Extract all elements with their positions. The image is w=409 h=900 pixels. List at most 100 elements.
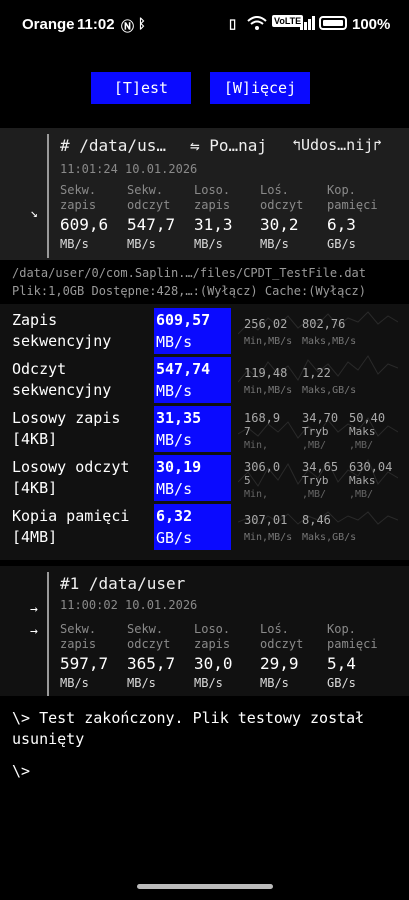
test-result-box: 30,19 MB/s [154,455,231,501]
stat-unit: Min, [244,489,269,500]
stat-unit: Min, [244,440,269,451]
stat-value: 802,76 [302,317,346,331]
test-result-unit: MB/s [156,480,193,498]
test-result-box: 31,35 MB/s [154,406,231,452]
more-button[interactable]: [W]ięcej [210,72,310,104]
column-label: Sekw. [127,622,164,636]
column-value: 609,6 [60,215,109,234]
console-message: \> Test zakończony. Plik testowy został [12,709,365,727]
test-result-box: 547,74 MB/s [154,357,231,403]
test-result-unit: GB/s [156,529,193,547]
volte-icon: VoLTE [272,15,304,27]
column-value: 5,4 [327,654,356,673]
stat-unit: Min,MB/s [244,336,293,347]
test-row[interactable]: Losowy odczyt [4KB] 30,19 MB/s 306,0 5 Min, 34,… [0,455,409,501]
test-result-box: 6,32 GB/s [154,504,231,550]
column-unit: MB/s [260,676,289,690]
stat-unit: Maks,GB/s [302,532,357,543]
battery-percent: 100% [352,16,391,33]
column-label: Loś. [260,622,289,636]
column-label: zapis [194,198,231,212]
column-unit: MB/s [127,237,156,251]
column-unit: MB/s [127,676,156,690]
test-file-path: /data/user/0/com.Saplin.…/files/CPDT_Tes… [12,266,367,280]
column-label: Sekw. [127,183,164,197]
previous-result-card[interactable]: #1 /data/user 11:00:02 10.01.2026 → → Se… [0,566,409,696]
stat-unit: ,MB/ [302,489,327,500]
stat-unit: Maks,GB/s [302,385,357,396]
current-result-card[interactable]: # /data/us… ⇋ Po…naj ↰Udos…nij↱ 11:01:24… [0,128,409,260]
column-value: 6,3 [327,215,356,234]
result-divider [47,134,49,258]
column-unit: MB/s [60,237,89,251]
tests-panel: Zapis sekwencyjny 609,57 MB/s 256,02 Min,MB/s… [0,304,409,560]
stat-value: 8,46 [302,513,331,527]
stat-unit: ,MB/ [349,440,374,451]
result-title: # /data/us… [60,136,166,155]
column-label: odczyt [260,198,304,212]
console-message-cont: usunięty [12,730,85,748]
stat-value: 119,48 [244,366,288,380]
status-bar: Orange 11:02 Ⓝ ᛒ ▯ VoLTE 100% [0,0,409,50]
share-button[interactable]: ↰Udos…nij↱ [292,136,382,154]
test-name-detail: sekwencyjny [12,381,112,399]
stat-unit: ,MB/ [302,440,327,451]
clock: 11:02 [77,16,115,33]
column-label: Loso. [194,622,231,636]
column-value: 30,2 [260,215,299,234]
stat-value: 1,22 [302,366,331,380]
test-row[interactable]: Odczyt sekwencyjny 547,74 MB/s 119,48 Min,MB/… [0,357,409,403]
result-timestamp: 11:01:24 10.01.2026 [60,162,198,176]
test-row[interactable]: Zapis sekwencyjny 609,57 MB/s 256,02 Min,MB/s… [0,308,409,354]
column-unit: MB/s [60,676,89,690]
expand-arrow-icon[interactable]: → [30,602,38,617]
expand-arrow-icon[interactable]: → [30,624,38,639]
compare-button[interactable]: ⇋ Po…naj [190,136,267,155]
result-divider [47,572,49,696]
stat-unit: Min,MB/s [244,532,293,543]
test-result-value: 609,57 [156,311,211,329]
test-name: Zapis [12,311,58,329]
battery-icon [319,16,347,30]
expand-arrow-icon[interactable]: ↘ [30,206,38,221]
stat-unit: Maks,MB/s [302,336,357,347]
column-value: 365,7 [127,654,176,673]
column-label: Loso. [194,183,231,197]
home-indicator[interactable] [137,884,273,889]
test-name: Losowy zapis [12,409,121,427]
column-label: Sekw. [60,183,97,197]
test-name-detail: sekwencyjny [12,332,112,350]
test-result-unit: MB/s [156,333,193,351]
bluetooth-icon: ᛒ [138,16,146,31]
wifi-icon [247,16,267,31]
signal-icon [300,16,316,30]
test-name-detail: [4KB] [12,430,58,448]
test-result-value: 30,19 [156,458,202,476]
column-value: 30,0 [194,654,233,673]
test-name-detail: [4KB] [12,479,58,497]
column-label: odczyt [127,637,171,651]
test-button[interactable]: [T]est [91,72,191,104]
test-result-value: 31,35 [156,409,202,427]
carrier-name: Orange [22,16,75,33]
column-label: zapis [60,637,97,651]
test-result-unit: MB/s [156,431,193,449]
column-label: odczyt [127,198,171,212]
test-row[interactable]: Kopia pamięci [4MB] 6,32 GB/s 307,01 Min,MB/s… [0,504,409,550]
test-name-detail: [4MB] [12,528,58,546]
stat-unit: ,MB/ [349,489,374,500]
stat-value: 307,01 [244,513,288,527]
test-result-value: 6,32 [156,507,193,525]
test-row[interactable]: Losowy zapis [4KB] 31,35 MB/s 168,9 7 Min, 34,7… [0,406,409,452]
test-name: Odczyt [12,360,67,378]
console-prompt[interactable]: \> [12,761,30,782]
column-unit: MB/s [194,237,223,251]
test-result-box: 609,57 MB/s [154,308,231,354]
column-label: pamięci [327,637,378,651]
column-value: 29,9 [260,654,299,673]
column-unit: MB/s [260,237,289,251]
column-unit: MB/s [194,676,223,690]
column-unit: GB/s [327,676,356,690]
column-label: odczyt [260,637,304,651]
column-label: Sekw. [60,622,97,636]
